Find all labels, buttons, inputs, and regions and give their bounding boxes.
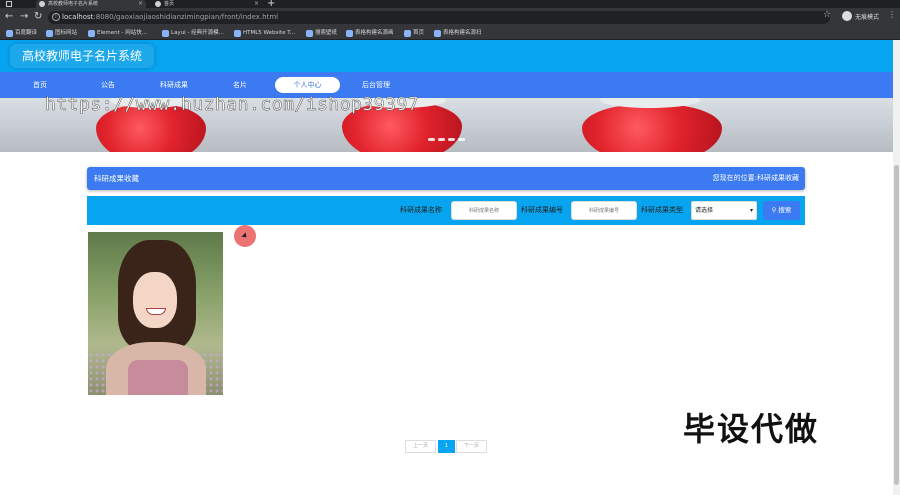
- site-title: 高校教师电子名片系统: [10, 44, 155, 68]
- type-label: 科研成果类型: [641, 206, 683, 214]
- bookmark-icon: [306, 30, 313, 37]
- bookmark-icon: [404, 30, 411, 37]
- nav-research[interactable]: 科研成果: [150, 77, 198, 93]
- site-header: 高校教师电子名片系统: [0, 40, 893, 72]
- carousel-dot[interactable]: [438, 138, 445, 141]
- scrollbar-thumb[interactable]: [894, 165, 899, 485]
- bookmark-icon: [162, 30, 169, 37]
- tab-label: 首页: [164, 1, 175, 7]
- globe-favicon-icon: [155, 1, 161, 7]
- bookmark-item[interactable]: 图标网站: [46, 29, 77, 38]
- name-input[interactable]: [451, 201, 517, 220]
- location-prefix: 您现在的位置:: [712, 174, 757, 182]
- bookmark-item[interactable]: 首页: [404, 29, 424, 38]
- result-card-image[interactable]: [88, 232, 223, 395]
- tab-label: 高校教师电子名片系统: [48, 1, 99, 7]
- bookmark-item[interactable]: 百度翻译: [6, 29, 37, 38]
- bookmark-icon: [234, 30, 241, 37]
- page-1-button[interactable]: 1: [438, 440, 455, 453]
- location-indicator: 您现在的位置:科研成果收藏: [713, 167, 799, 190]
- nav-home[interactable]: 首页: [18, 77, 62, 93]
- bookmark-icon: [434, 30, 441, 37]
- bookmark-icon: [46, 30, 53, 37]
- bookmark-icon: [346, 30, 353, 37]
- search-bar: 科研成果名称 科研成果编号 科研成果类型 请选择 ▾ ⚲ 搜索: [87, 196, 805, 225]
- search-icon: ⚲: [771, 206, 777, 214]
- close-tab-icon[interactable]: ×: [138, 0, 143, 8]
- bookmark-item[interactable]: HTML5 Website T...: [234, 29, 295, 38]
- reload-icon[interactable]: ↻: [34, 11, 42, 23]
- url-host: localhost: [62, 13, 94, 21]
- bookmark-item[interactable]: 表格构建名源扫: [434, 29, 482, 38]
- search-button[interactable]: ⚲ 搜索: [763, 201, 800, 220]
- vue-favicon-icon: [39, 1, 45, 7]
- overlay-text: 毕设代做: [683, 410, 820, 448]
- bookmark-item[interactable]: 搜索壁纸: [306, 29, 337, 38]
- carousel-dot[interactable]: [448, 138, 455, 141]
- search-button-label: 搜索: [778, 206, 792, 214]
- breadcrumb: 科研成果收藏 您现在的位置:科研成果收藏: [87, 167, 805, 190]
- browser-tab-strip: 高校教师电子名片系统 × 首页 × +: [0, 0, 900, 9]
- back-arrow-icon[interactable]: ←: [5, 11, 13, 23]
- next-page-button[interactable]: 下一页: [456, 440, 487, 453]
- watermark-text: https://www.huzhan.com/ishop39397: [45, 94, 420, 116]
- nav-cards[interactable]: 名片: [218, 77, 262, 93]
- address-bar-row: ← → ↻ i localhost:8080/gaoxiaojiaoshidia…: [0, 8, 900, 27]
- carousel-dot[interactable]: [428, 138, 435, 141]
- url-field[interactable]: i localhost:8080/gaoxiaojiaoshidianzimin…: [48, 11, 830, 24]
- name-label: 科研成果名称: [400, 206, 442, 214]
- forward-arrow-icon[interactable]: →: [20, 11, 28, 23]
- code-label: 科研成果编号: [521, 206, 563, 214]
- bookmark-item[interactable]: Element - 网站快...: [88, 29, 147, 38]
- bookmarks-bar: 百度翻译 图标网站 Element - 网站快... Layui - 经典开源模…: [0, 27, 900, 40]
- browser-menu-icon[interactable]: ⋮: [888, 10, 896, 19]
- dress-shape: [128, 360, 188, 395]
- bookmark-item[interactable]: 表格构建名源画: [346, 29, 394, 38]
- nav-announcements[interactable]: 公告: [86, 77, 130, 93]
- url-path: :8080/gaoxiaojiaoshidianzimingpian/front…: [93, 13, 279, 21]
- nav-admin[interactable]: 后台管理: [352, 77, 400, 93]
- profile-label: 无痕模式: [855, 14, 880, 21]
- chevron-down-icon: ▾: [749, 207, 753, 214]
- type-select[interactable]: 请选择 ▾: [691, 201, 757, 220]
- bookmark-item[interactable]: Layui - 经典开源模...: [162, 29, 224, 38]
- type-select-value: 请选择: [695, 207, 714, 214]
- page-title: 科研成果收藏: [94, 174, 139, 183]
- location-value[interactable]: 科研成果收藏: [757, 174, 799, 182]
- code-input[interactable]: [571, 201, 637, 220]
- prev-page-button[interactable]: 上一页: [405, 440, 436, 453]
- browser-tab[interactable]: 首页 ×: [152, 0, 262, 8]
- window-menu-icon[interactable]: [6, 1, 12, 7]
- strawberry-image: [582, 104, 722, 152]
- bookmark-icon: [6, 30, 13, 37]
- incognito-avatar-icon[interactable]: [842, 11, 852, 21]
- close-tab-icon[interactable]: ×: [254, 0, 259, 8]
- site-info-icon[interactable]: i: [52, 13, 60, 21]
- carousel-dot[interactable]: [458, 138, 465, 141]
- bookmark-star-icon[interactable]: ☆: [823, 10, 831, 20]
- nav-personal-center[interactable]: 个人中心: [275, 77, 340, 93]
- face-shape: [133, 272, 177, 328]
- bookmark-icon: [88, 30, 95, 37]
- browser-tab-active[interactable]: 高校教师电子名片系统 ×: [36, 0, 146, 8]
